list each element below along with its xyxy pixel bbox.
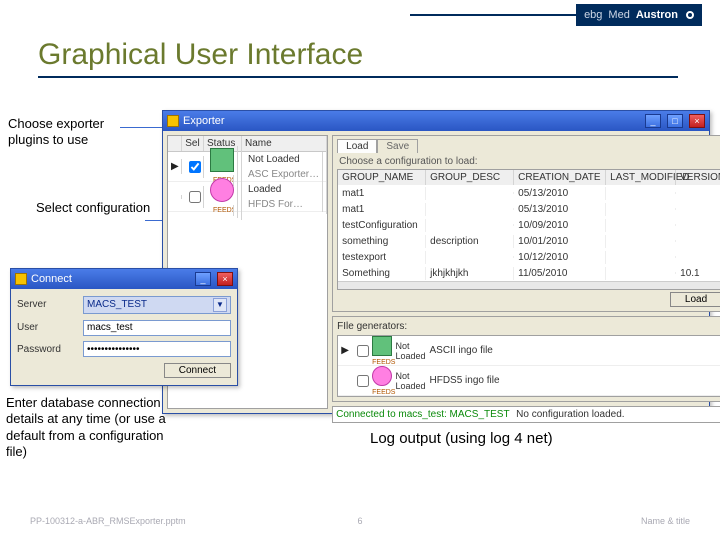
filegen-name: ASCII ingo file: [429, 345, 720, 356]
configuration-scrollbar[interactable]: [338, 281, 720, 289]
log-output[interactable]: Connected to macs_test: MACS_TEST No con…: [332, 406, 720, 423]
connect-close-button[interactable]: ×: [217, 272, 233, 286]
configuration-grid[interactable]: GROUP_NAME GROUP_DESC CREATION_DATE LAST…: [337, 169, 720, 290]
exporter-window-icon: [167, 115, 179, 127]
connect-titlebar[interactable]: Connect _ ×: [11, 269, 237, 289]
plugins-col-sel: Sel: [182, 136, 204, 151]
file-generator-row[interactable]: ▶ FEEDS Not Loaded ASCII ingo file: [338, 336, 720, 366]
connect-minimize-button[interactable]: _: [195, 272, 211, 286]
tab-load[interactable]: Load: [337, 139, 377, 153]
callout-log-output: Log output (using log 4 net): [370, 430, 553, 449]
plugin-row[interactable]: FEEDS LoadedHFDS For…: [168, 182, 327, 212]
conf-col-creation-date: CREATION_DATE: [514, 170, 606, 185]
configuration-label: Choose a configuration to load:: [339, 156, 720, 167]
plugin-select-checkbox[interactable]: [189, 191, 201, 203]
configuration-row[interactable]: mat105/13/2010: [338, 185, 720, 201]
load-button[interactable]: Load: [670, 292, 720, 307]
plugin-status: Loaded: [245, 182, 323, 197]
conf-col-version: VERSION: [676, 170, 720, 185]
configuration-panel: Load Save Choose a configuration to load…: [332, 135, 720, 312]
dropdown-icon[interactable]: ▼: [213, 298, 227, 312]
maximize-button[interactable]: □: [667, 114, 683, 128]
connect-title: Connect: [31, 273, 72, 285]
password-input[interactable]: [83, 341, 231, 357]
plugin-row[interactable]: ▶ FEEDS Not LoadedASC Exporter…: [168, 152, 327, 182]
row-cursor-icon: ▶: [168, 159, 182, 174]
configuration-row[interactable]: testexport10/12/2010: [338, 249, 720, 265]
plugin-name: HFDS For…: [245, 197, 323, 212]
conf-col-group-name: GROUP_NAME: [338, 170, 426, 185]
configuration-row[interactable]: mat105/13/2010: [338, 201, 720, 217]
configuration-row[interactable]: somethingdescription10/01/2010: [338, 233, 720, 249]
brand-ebg: ebg: [584, 9, 602, 21]
brand-austron: Austron: [636, 9, 678, 21]
connect-button[interactable]: Connect: [164, 363, 231, 378]
connect-dialog: Connect _ × Server MACS_TEST ▼ User Pass…: [10, 268, 238, 386]
callout-select-configuration: Select configuration: [36, 200, 176, 216]
footer-page-number: 6: [0, 516, 720, 526]
callout-enter-connection: Enter database connection details at any…: [6, 395, 181, 460]
server-dropdown[interactable]: MACS_TEST ▼: [83, 296, 231, 314]
filegen-select-checkbox[interactable]: [357, 375, 369, 387]
exporter-window: Exporter _ □ × Sel Status Name ▶ FEEDS N…: [162, 110, 710, 414]
label-password: Password: [17, 344, 77, 355]
file-generators-panel: FIle generators: ▶ FEEDS Not Loaded ASCI…: [332, 316, 720, 402]
row-cursor-icon: [168, 195, 182, 199]
configuration-grid-header: GROUP_NAME GROUP_DESC CREATION_DATE LAST…: [338, 170, 720, 185]
brand-ball-icon: [686, 11, 694, 19]
conf-col-group-desc: GROUP_DESC: [426, 170, 514, 185]
configuration-row[interactable]: Somethingjkhjkhjkh11/05/201010.1: [338, 265, 720, 281]
row-cursor-icon: ▶: [338, 345, 352, 356]
callout-choose-exporter: Choose exporter plugins to use: [8, 116, 148, 149]
minimize-button[interactable]: _: [645, 114, 661, 128]
conf-col-last-modified: LAST_MODIFIED: [606, 170, 676, 185]
filegen-name: HFDS5 ingo file: [429, 375, 720, 386]
label-user: User: [17, 322, 77, 333]
log-line-connected-b: MACS_TEST: [450, 409, 510, 420]
plugin-flower-icon: [210, 178, 234, 202]
configuration-row[interactable]: testConfiguration10/09/2010: [338, 217, 720, 233]
filegen-status: Not Loaded: [395, 341, 429, 361]
filegen-flower-icon: [372, 366, 392, 386]
log-line-connected-a: Connected to macs_test:: [336, 409, 447, 420]
filegen-face-icon: [372, 336, 392, 356]
tab-save[interactable]: Save: [377, 139, 418, 153]
brand-med: Med: [608, 9, 629, 21]
server-value: MACS_TEST: [87, 299, 147, 310]
close-button[interactable]: ×: [689, 114, 705, 128]
exporter-titlebar[interactable]: Exporter _ □ ×: [163, 111, 709, 131]
connect-window-icon: [15, 273, 27, 285]
exporter-title: Exporter: [183, 115, 225, 127]
file-generator-row[interactable]: FEEDS Not Loaded HFDS5 ingo file: [338, 366, 720, 396]
feeds-label: FEEDS: [372, 359, 395, 366]
footer-name-title: Name & title: [641, 516, 690, 526]
plugin-face-icon: [210, 148, 234, 172]
file-generators-heading: FIle generators:: [337, 321, 720, 332]
label-server: Server: [17, 299, 77, 310]
feeds-label: FEEDS: [210, 205, 234, 216]
file-generators-grid[interactable]: ▶ FEEDS Not Loaded ASCII ingo file FEEDS…: [337, 335, 720, 397]
brand-logo: ebg Med Austron: [576, 4, 702, 26]
plugin-select-checkbox[interactable]: [189, 161, 201, 173]
user-input[interactable]: [83, 320, 231, 336]
slide-title: Graphical User Interface: [38, 38, 678, 78]
feeds-label: FEEDS: [372, 389, 395, 396]
plugin-status: Not Loaded: [245, 152, 323, 167]
filegen-select-checkbox[interactable]: [357, 345, 369, 357]
filegen-status: Not Loaded: [395, 371, 429, 391]
log-line-noconf: No configuration loaded.: [516, 409, 624, 420]
